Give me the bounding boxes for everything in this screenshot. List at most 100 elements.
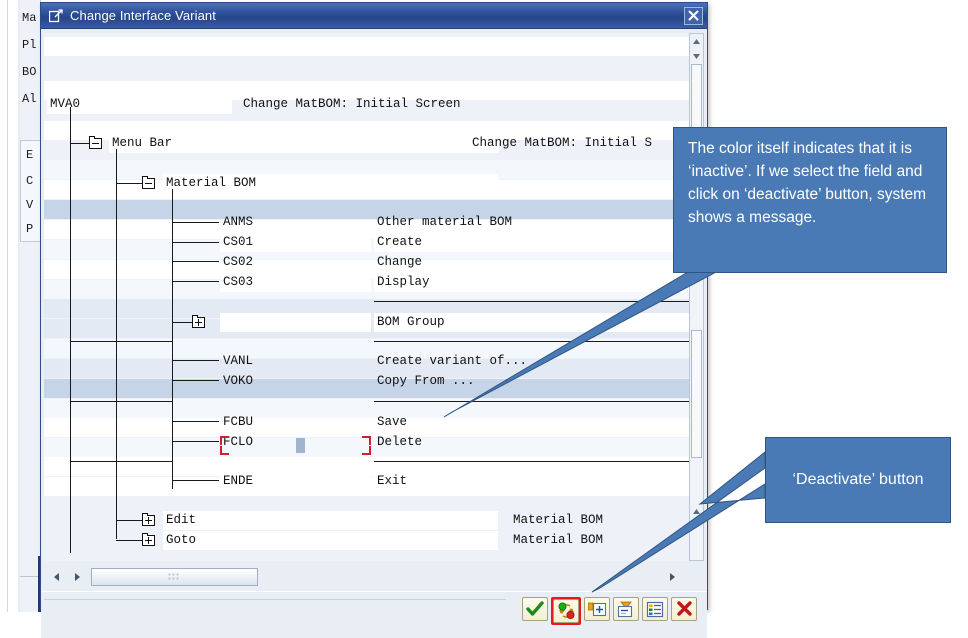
tree-key-cs02: CS02 xyxy=(223,255,254,269)
tree-connector xyxy=(116,540,142,541)
dialog-title: Change Interface Variant xyxy=(70,8,216,23)
deactivate-button-highlight xyxy=(551,597,581,625)
background-status-divider xyxy=(20,576,40,577)
tree-branch-line-1 xyxy=(116,149,117,539)
tree-text-cs01: Create xyxy=(374,233,692,252)
group-separator xyxy=(70,401,172,402)
green-check-icon xyxy=(526,601,544,617)
scroll-right-icon[interactable] xyxy=(69,569,85,585)
scroll-left-icon[interactable] xyxy=(48,569,64,585)
horizontal-scrollbar[interactable] xyxy=(44,567,709,589)
variant-id-field[interactable]: MVA0 xyxy=(47,95,232,114)
tree-connector xyxy=(172,360,219,361)
insert-button[interactable] xyxy=(584,597,610,621)
red-x-icon xyxy=(676,601,693,617)
tree-connector xyxy=(172,380,219,381)
tree-connector xyxy=(172,222,219,223)
dialog-button-bar xyxy=(41,591,707,638)
tree-text-bom-group: BOM Group xyxy=(374,313,692,332)
tree-node-toggle-bom-group[interactable] xyxy=(192,315,205,328)
tree-connector xyxy=(172,421,219,422)
background-field-label-1: Ma xyxy=(22,11,37,25)
tree-trunk-line xyxy=(70,107,71,553)
deactivate-button[interactable] xyxy=(553,599,579,623)
tree-text-cs03: Display xyxy=(374,273,692,292)
tree-key-bom-group xyxy=(220,313,371,332)
tree-node-toggle-goto[interactable] xyxy=(142,533,155,546)
background-field-label-4: Al xyxy=(22,92,37,106)
tree-connector xyxy=(172,261,219,262)
tree-connector xyxy=(116,520,142,521)
details-button[interactable] xyxy=(642,597,668,621)
button-bar-divider xyxy=(44,599,506,600)
tree-text-cs02: Change xyxy=(377,255,423,269)
scroll-down-icon[interactable] xyxy=(690,49,703,63)
dialog-title-bar: Change Interface Variant xyxy=(41,3,707,29)
tree-connector xyxy=(172,242,219,243)
activate-toggle-icon xyxy=(557,602,576,620)
tree-node-toggle-menu-bar[interactable] xyxy=(89,136,102,149)
group-separator xyxy=(70,341,172,342)
insert-node-icon xyxy=(587,601,607,618)
tree-text-vanl: Create variant of... xyxy=(377,354,528,368)
variant-window-icon xyxy=(49,8,63,23)
tree-connector xyxy=(172,281,219,282)
background-divider-1 xyxy=(7,0,8,612)
list-details-icon xyxy=(646,601,664,618)
tree-label-menu-bar: Menu Bar xyxy=(109,134,499,153)
tree-text-fclo[interactable]: Delete xyxy=(374,433,692,452)
tree-key-cs03: CS03 xyxy=(220,273,371,292)
tree-text-ende: Exit xyxy=(374,472,692,491)
scroll-up-icon[interactable] xyxy=(690,34,703,48)
tree-branch-line-2 xyxy=(172,189,173,489)
tree-key-anms: ANMS xyxy=(223,215,254,229)
tree-text-anms: Other material BOM xyxy=(377,215,513,229)
horizontal-scrollbar-thumb[interactable] xyxy=(91,568,258,586)
continue-button[interactable] xyxy=(522,597,548,621)
tree-key-voko: VOKO xyxy=(223,374,254,388)
scroll-up-icon-bottom[interactable] xyxy=(690,504,703,518)
cancel-button[interactable] xyxy=(671,597,697,621)
tree-connector xyxy=(116,183,142,184)
dialog-action-buttons xyxy=(522,597,697,625)
tree-connector xyxy=(172,322,192,323)
tree-key-cs01: CS01 xyxy=(220,233,371,252)
tree-key-vanl: VANL xyxy=(223,354,254,368)
group-separator xyxy=(374,341,692,342)
remove-node-icon xyxy=(617,601,636,618)
tree-connector xyxy=(172,441,219,442)
tree-label-goto: Goto xyxy=(163,531,498,550)
vertical-scrollbar[interactable] xyxy=(689,33,704,561)
callout-inactive-color: The color itself indicates that it is ‘i… xyxy=(673,127,947,273)
variant-description: Change MatBOM: Initial Screen xyxy=(243,97,461,111)
tree-connector xyxy=(70,143,89,144)
callout-deactivate-button: ‘Deactivate’ button xyxy=(765,437,951,523)
scrollbar-grip-icon xyxy=(168,573,181,581)
tree-node-toggle-material-bom[interactable] xyxy=(142,176,155,189)
tree-right-goto: Material BOM xyxy=(513,533,604,547)
group-separator xyxy=(374,461,692,462)
tree-label-material-bom: Material BOM xyxy=(163,174,498,193)
tree-node-toggle-edit[interactable] xyxy=(142,513,155,526)
dialog-body: MVA0 Change MatBOM: Initial Screen Menu … xyxy=(41,29,709,638)
group-separator xyxy=(374,401,692,402)
tree-text-fcbu: Save xyxy=(377,415,408,429)
tree-connector xyxy=(172,480,219,481)
background-field-label-3: BO xyxy=(22,65,37,79)
tree-key-ende: ENDE xyxy=(220,472,371,491)
vertical-scrollbar-thumb-lower[interactable] xyxy=(691,330,702,458)
tree-right-edit: Material BOM xyxy=(513,513,604,527)
change-interface-variant-dialog: Change Interface Variant MVA0 Change Mat… xyxy=(40,2,709,638)
remove-button[interactable] xyxy=(613,597,639,621)
tree-right-menu-bar: Change MatBOM: Initial S xyxy=(472,136,653,150)
text-cursor xyxy=(296,438,305,453)
tree-content-overlay: MVA0 Change MatBOM: Initial Screen Menu … xyxy=(44,33,692,561)
tree-key-fcbu: FCBU xyxy=(223,415,254,429)
tree-text-voko: Copy From ... xyxy=(377,374,475,388)
close-icon[interactable] xyxy=(684,6,703,25)
group-separator xyxy=(70,461,172,462)
group-separator xyxy=(374,301,692,302)
scroll-right-icon-end[interactable] xyxy=(664,569,680,585)
background-field-label-2: Pl xyxy=(22,38,37,52)
tree-label-edit: Edit xyxy=(163,511,498,530)
